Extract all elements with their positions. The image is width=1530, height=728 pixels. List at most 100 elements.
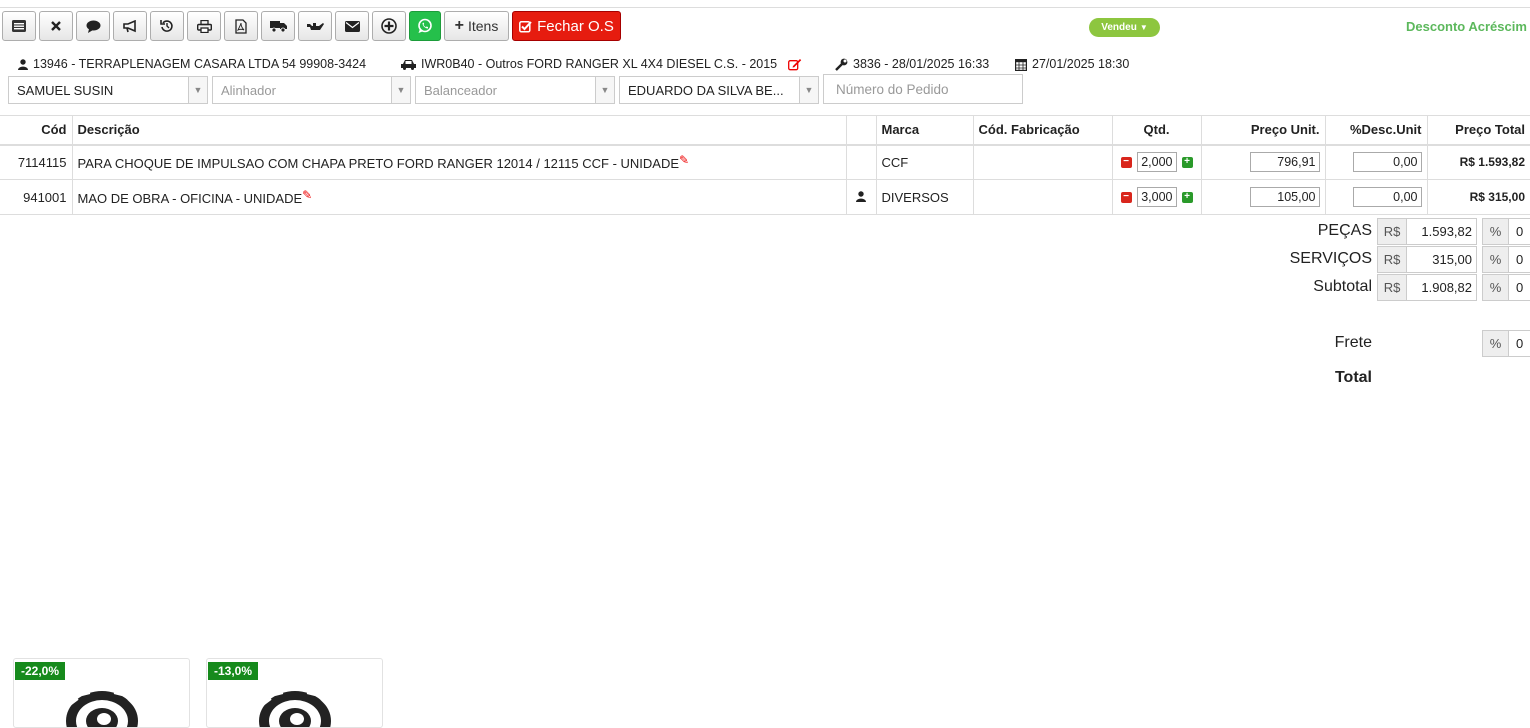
servicos-label: SERVIÇOS [1289, 250, 1372, 267]
email-button[interactable] [335, 11, 369, 41]
whatsapp-button[interactable] [409, 11, 441, 41]
col-cod-fabricacao[interactable]: Cód. Fabricação [972, 115, 1112, 146]
tire-icon [259, 691, 331, 727]
col-desc-unit[interactable]: %Desc.Unit [1324, 115, 1427, 146]
mecanico-value: EDUARDO DA SILVA BE... [628, 82, 784, 98]
discount-badge: -22,0% [15, 662, 66, 680]
desc-input[interactable]: 0,00 [1352, 152, 1422, 173]
caret-down-icon: ▼ [1139, 23, 1148, 32]
pencil-icon[interactable]: ✎ [302, 188, 312, 202]
table-row: 7114115 PARA CHOQUE DE IMPULSAO COM CHAP… [0, 144, 1530, 180]
history-button[interactable] [150, 11, 184, 41]
plus-circle-icon [381, 18, 397, 34]
servicos-desc-input[interactable]: 0 [1509, 246, 1530, 273]
row-descricao-text: PARA CHOQUE DE IMPULSAO COM CHAPA PRETO … [77, 156, 680, 172]
minus-icon[interactable]: − [1120, 156, 1132, 168]
row-icon-cell [845, 144, 876, 180]
row-desc-cell: 0,00 [1324, 179, 1427, 215]
col-preco-total[interactable]: Preço Total [1426, 115, 1530, 146]
add-circle-button[interactable] [372, 11, 406, 41]
date-info: 27/01/2025 18:30 [1015, 56, 1129, 72]
col-qtd[interactable]: Qtd. [1111, 115, 1201, 146]
vendeu-status-dropdown[interactable]: Vendeu ▼ [1089, 18, 1160, 37]
row-cod-fabricacao [972, 179, 1112, 215]
itens-button[interactable]: + Itens [444, 11, 509, 41]
desconto-acrescimo-link[interactable]: Desconto Acréscim [1406, 19, 1527, 34]
currency-addon: R$ [1377, 274, 1407, 301]
print-button[interactable] [187, 11, 221, 41]
numero-pedido-input[interactable]: Número do Pedido [823, 74, 1023, 104]
preco-unit-input[interactable]: 796,91 [1249, 152, 1320, 173]
vendedor-select[interactable]: SAMUEL SUSIN ▼ [8, 76, 208, 104]
promo-card[interactable]: -22,0% [13, 658, 190, 728]
vehicle-text: IWR0B40 - Outros FORD RANGER XL 4X4 DIES… [421, 57, 778, 71]
comment-button[interactable] [76, 11, 110, 41]
percent-addon: % [1482, 274, 1509, 301]
col-cod[interactable]: Cód [0, 115, 72, 146]
currency-addon: R$ [1377, 218, 1407, 245]
col-preco-unit[interactable]: Preço Unit. [1200, 115, 1325, 146]
plus-icon[interactable]: + [1181, 191, 1193, 203]
fechar-os-button[interactable]: Fechar O.S [512, 11, 621, 41]
pencil-icon[interactable]: ✎ [679, 153, 689, 167]
alinhador-placeholder: Alinhador [221, 82, 276, 98]
plus-icon[interactable]: + [1181, 156, 1193, 168]
user-icon [18, 58, 28, 70]
envelope-icon [344, 20, 360, 32]
comment-icon [86, 20, 100, 33]
col-descricao[interactable]: Descrição [71, 115, 846, 146]
row-icon-cell [845, 179, 876, 215]
vendeu-label: Vendeu [1101, 22, 1137, 33]
close-button[interactable] [39, 11, 73, 41]
pecas-desc-input[interactable]: 0 [1509, 218, 1530, 245]
list-button[interactable] [2, 11, 36, 41]
pdf-icon [235, 18, 247, 34]
truck-icon [269, 21, 287, 32]
servicos-value: 315,00 [1407, 246, 1477, 273]
qty-input[interactable]: 3,000 [1136, 187, 1177, 207]
os-text: 3836 - 28/01/2025 16:33 [853, 57, 990, 71]
subtotal-label: Subtotal [1313, 278, 1372, 295]
wrench-icon [835, 58, 848, 71]
close-icon [51, 21, 61, 31]
promo-card[interactable]: -13,0% [206, 658, 383, 728]
pecas-label: PEÇAS [1317, 222, 1372, 239]
minus-icon[interactable]: − [1120, 191, 1132, 203]
pdf-button[interactable] [224, 11, 258, 41]
top-divider [0, 7, 1530, 8]
col-icon [845, 115, 876, 146]
car-icon [401, 59, 416, 70]
currency-addon: R$ [1377, 246, 1407, 273]
desc-input[interactable]: 0,00 [1352, 187, 1422, 207]
row-cod-fabricacao [972, 144, 1112, 180]
check-square-icon [519, 20, 532, 33]
row-descricao-text: MAO DE OBRA - OFICINA - UNIDADE [77, 191, 303, 206]
preco-unit-input[interactable]: 105,00 [1249, 187, 1320, 207]
alinhador-select[interactable]: Alinhador ▼ [212, 76, 411, 104]
subtotal-desc-input[interactable]: 0 [1509, 274, 1530, 301]
balanceador-placeholder: Balanceador [424, 82, 497, 98]
user-icon[interactable] [856, 190, 866, 202]
balanceador-select[interactable]: Balanceador ▼ [415, 76, 615, 104]
percent-addon: % [1482, 218, 1509, 245]
frete-input[interactable]: 0 [1509, 330, 1530, 357]
vendedor-value: SAMUEL SUSIN [17, 82, 114, 98]
qty-input[interactable]: 2,000 [1136, 152, 1177, 173]
oil-button[interactable] [298, 11, 332, 41]
edit-icon[interactable] [788, 58, 802, 71]
truck-button[interactable] [261, 11, 295, 41]
dropdown-arrow-icon: ▼ [595, 77, 614, 103]
row-preco-total: R$ 315,00 [1426, 179, 1530, 215]
bullhorn-button[interactable] [113, 11, 147, 41]
col-marca[interactable]: Marca [875, 115, 973, 146]
mecanico-select[interactable]: EDUARDO DA SILVA BE... ▼ [619, 76, 819, 104]
subtotal-value: 1.908,82 [1407, 274, 1477, 301]
customer-info: 13946 - TERRAPLENAGEM CASARA LTDA 54 999… [18, 56, 366, 72]
vehicle-info: IWR0B40 - Outros FORD RANGER XL 4X4 DIES… [401, 56, 802, 72]
dropdown-arrow-icon: ▼ [799, 77, 818, 103]
percent-addon: % [1482, 330, 1509, 357]
history-icon [160, 20, 173, 32]
row-cod: 941001 [0, 179, 72, 215]
customer-text: 13946 - TERRAPLENAGEM CASARA LTDA 54 999… [33, 57, 367, 71]
toolbar: + Itens Fechar O.S [2, 11, 621, 43]
